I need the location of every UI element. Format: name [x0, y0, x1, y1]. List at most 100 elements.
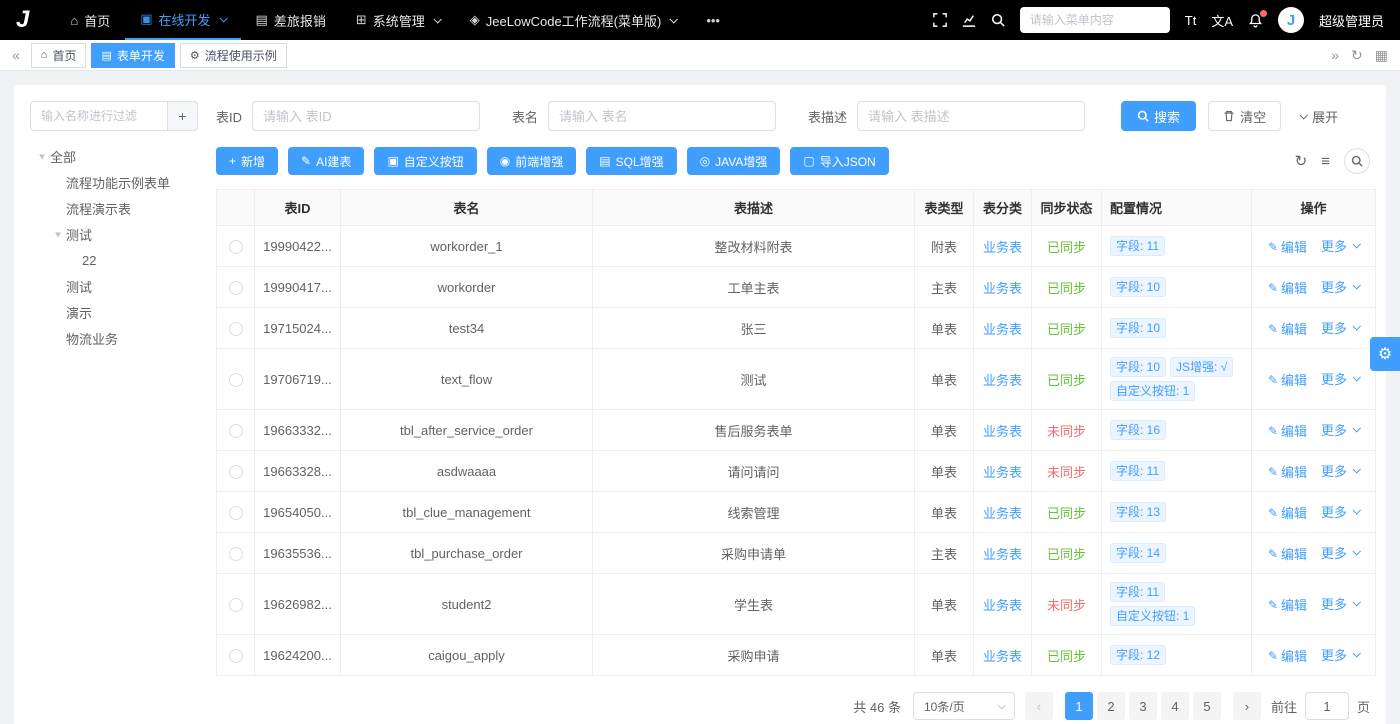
- category-link[interactable]: 业务表: [983, 322, 1022, 337]
- chart-icon[interactable]: [962, 13, 976, 27]
- config-badge[interactable]: 字段: 11: [1110, 236, 1165, 256]
- more-button[interactable]: 更多: [1321, 502, 1359, 521]
- config-badge[interactable]: 字段: 11: [1110, 582, 1165, 602]
- clear-button[interactable]: 清空: [1208, 101, 1281, 131]
- config-badge[interactable]: 自定义按钮: 1: [1110, 606, 1195, 626]
- toolbar-button-6[interactable]: ▢导入JSON: [790, 147, 888, 175]
- toolbar-button-5[interactable]: ◎JAVA增强: [687, 147, 781, 175]
- toolbar-button-4[interactable]: ▤SQL增强: [586, 147, 676, 175]
- settings-gear-button[interactable]: ⚙: [1370, 337, 1400, 371]
- more-button[interactable]: 更多: [1321, 543, 1359, 562]
- tab-流程使用示例[interactable]: ⚙流程使用示例: [180, 43, 287, 68]
- edit-button[interactable]: ✎编辑: [1268, 278, 1307, 297]
- category-link[interactable]: 业务表: [983, 649, 1022, 664]
- config-badge[interactable]: 字段: 14: [1110, 543, 1166, 563]
- search-icon[interactable]: [991, 13, 1005, 27]
- edit-button[interactable]: ✎编辑: [1268, 370, 1307, 389]
- tabs-scroll-right-icon[interactable]: »: [1325, 47, 1345, 63]
- edit-button[interactable]: ✎编辑: [1268, 595, 1307, 614]
- more-button[interactable]: 更多: [1321, 420, 1359, 439]
- row-radio[interactable]: [229, 649, 243, 663]
- tree-node-1[interactable]: 流程功能示例表单: [30, 169, 198, 195]
- app-logo[interactable]: J: [16, 6, 29, 34]
- config-badge[interactable]: 字段: 11: [1110, 461, 1165, 481]
- more-button[interactable]: 更多: [1321, 236, 1359, 255]
- toolbar-button-3[interactable]: ◉前端增强: [487, 147, 577, 175]
- category-link[interactable]: 业务表: [983, 465, 1022, 480]
- page-button-5[interactable]: 5: [1193, 692, 1221, 720]
- toolbar-button-0[interactable]: +新增: [216, 147, 278, 175]
- expand-toggle[interactable]: 展开: [1297, 107, 1338, 126]
- table-name-input[interactable]: [548, 101, 776, 131]
- edit-button[interactable]: ✎编辑: [1268, 319, 1307, 338]
- row-radio[interactable]: [229, 373, 243, 387]
- row-radio[interactable]: [229, 547, 243, 561]
- tree-node-4[interactable]: 22: [30, 247, 198, 273]
- toolbar-button-1[interactable]: ✎AI建表: [288, 147, 364, 175]
- category-link[interactable]: 业务表: [983, 424, 1022, 439]
- font-size-icon[interactable]: Tt: [1185, 13, 1197, 28]
- nav-item-0[interactable]: ⌂首页: [55, 0, 125, 40]
- add-category-button[interactable]: +: [168, 101, 198, 131]
- fullscreen-icon[interactable]: [933, 13, 947, 27]
- column-settings-icon[interactable]: ≡: [1321, 153, 1330, 170]
- tab-refresh-icon[interactable]: ↻: [1345, 47, 1369, 64]
- tab-表单开发[interactable]: ▤表单开发: [91, 43, 174, 68]
- translate-icon[interactable]: 文A: [1211, 11, 1233, 30]
- refresh-icon[interactable]: ↻: [1295, 152, 1308, 170]
- table-id-input[interactable]: [252, 101, 480, 131]
- edit-button[interactable]: ✎编辑: [1268, 421, 1307, 440]
- nav-item-1[interactable]: ▣在线开发: [125, 0, 240, 40]
- tree-node-3[interactable]: ▾测试: [30, 221, 198, 247]
- more-button[interactable]: 更多: [1321, 594, 1359, 613]
- nav-item-2[interactable]: ▤差旅报销: [241, 0, 341, 40]
- user-avatar[interactable]: J: [1278, 7, 1304, 33]
- edit-button[interactable]: ✎编辑: [1268, 544, 1307, 563]
- tree-expand-icon[interactable]: ▾: [50, 228, 66, 241]
- config-badge[interactable]: 字段: 10: [1110, 318, 1166, 338]
- more-button[interactable]: 更多: [1321, 369, 1359, 388]
- config-badge[interactable]: 字段: 16: [1110, 420, 1166, 440]
- edit-button[interactable]: ✎编辑: [1268, 646, 1307, 665]
- bell-icon[interactable]: [1248, 13, 1263, 28]
- category-link[interactable]: 业务表: [983, 373, 1022, 388]
- edit-button[interactable]: ✎编辑: [1268, 462, 1307, 481]
- category-link[interactable]: 业务表: [983, 240, 1022, 255]
- row-radio[interactable]: [229, 506, 243, 520]
- tab-layout-icon[interactable]: ▦: [1369, 47, 1394, 64]
- nav-item-4[interactable]: ◈JeeLowCode工作流程(菜单版): [455, 0, 692, 40]
- tree-node-6[interactable]: 演示: [30, 299, 198, 325]
- tree-node-5[interactable]: 测试: [30, 273, 198, 299]
- row-radio[interactable]: [229, 322, 243, 336]
- config-badge[interactable]: 字段: 12: [1110, 645, 1166, 665]
- more-button[interactable]: 更多: [1321, 645, 1359, 664]
- goto-page-input[interactable]: [1305, 692, 1349, 720]
- tree-node-0[interactable]: ▾全部: [30, 143, 198, 169]
- row-radio[interactable]: [229, 240, 243, 254]
- row-radio[interactable]: [229, 465, 243, 479]
- nav-item-3[interactable]: ⊞系统管理: [341, 0, 455, 40]
- more-button[interactable]: 更多: [1321, 461, 1359, 480]
- tree-filter-input[interactable]: [30, 101, 168, 131]
- row-radio[interactable]: [229, 598, 243, 612]
- config-badge[interactable]: 字段: 13: [1110, 502, 1166, 522]
- row-radio[interactable]: [229, 281, 243, 295]
- row-radio[interactable]: [229, 424, 243, 438]
- table-desc-input[interactable]: [857, 101, 1085, 131]
- more-button[interactable]: 更多: [1321, 277, 1359, 296]
- tab-首页[interactable]: ⌂首页: [31, 43, 87, 68]
- category-link[interactable]: 业务表: [983, 506, 1022, 521]
- config-badge[interactable]: 字段: 10: [1110, 357, 1166, 377]
- category-link[interactable]: 业务表: [983, 281, 1022, 296]
- tabs-scroll-left-icon[interactable]: «: [6, 47, 26, 63]
- page-button-4[interactable]: 4: [1161, 692, 1189, 720]
- tree-node-2[interactable]: 流程演示表: [30, 195, 198, 221]
- page-button-3[interactable]: 3: [1129, 692, 1157, 720]
- nav-item-5[interactable]: •••: [691, 0, 735, 40]
- toolbar-button-2[interactable]: ▣自定义按钮: [374, 147, 476, 175]
- page-button-1[interactable]: 1: [1065, 692, 1093, 720]
- menu-search-input[interactable]: [1020, 7, 1170, 33]
- username[interactable]: 超级管理员: [1319, 11, 1384, 30]
- page-button-2[interactable]: 2: [1097, 692, 1125, 720]
- search-toggle-icon[interactable]: [1344, 148, 1370, 174]
